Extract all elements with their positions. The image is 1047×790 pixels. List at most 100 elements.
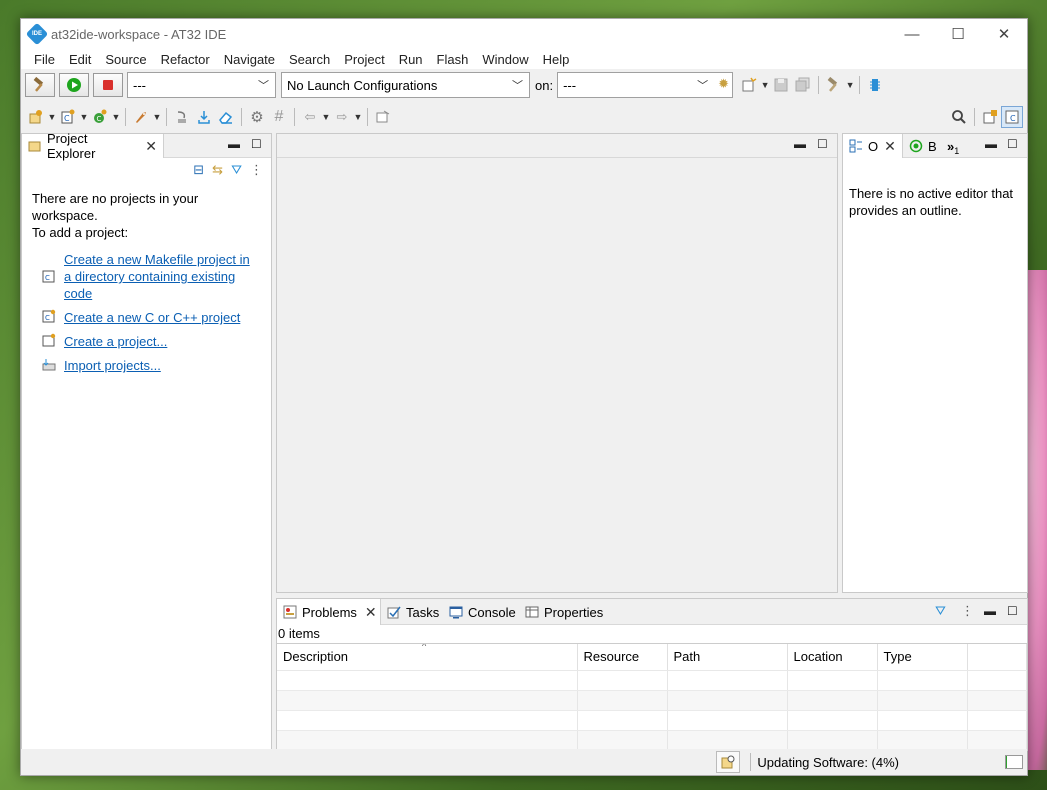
hash-icon[interactable]: # [268, 106, 290, 128]
close-icon[interactable]: ✕ [145, 138, 157, 155]
tab-project-explorer[interactable]: Project Explorer ✕ [22, 131, 164, 161]
minimize-view-icon[interactable]: ▬ [985, 137, 997, 151]
dropdown-arrow-icon[interactable]: ▼ [845, 74, 855, 96]
launch-rocket-icon[interactable] [130, 106, 152, 128]
svg-text:C: C [45, 274, 50, 282]
console-icon [449, 605, 463, 619]
column-header-type[interactable]: Type [877, 644, 968, 671]
search-icon[interactable] [948, 106, 970, 128]
create-project-link[interactable]: Create a project... [64, 333, 167, 350]
launch-mode-select[interactable]: --- ﹀ [127, 72, 276, 98]
stop-icon [103, 80, 113, 90]
column-header-resource[interactable]: Resource [577, 644, 668, 671]
tab-outline[interactable]: O ✕ [843, 134, 903, 158]
minimize-view-icon[interactable]: ▬ [228, 137, 240, 151]
pin-editor-icon[interactable] [372, 106, 394, 128]
outline-empty-message: There is no active editor that provides … [849, 185, 1013, 219]
column-header-path[interactable]: Path [667, 644, 788, 671]
forward-arrow-icon[interactable]: ⇨ [331, 106, 353, 128]
dropdown-arrow-icon[interactable]: ▼ [79, 106, 89, 128]
create-makefile-project-link[interactable]: code [64, 285, 250, 302]
minimize-view-icon[interactable]: ▬ [794, 137, 806, 151]
new-class-icon[interactable]: C [89, 106, 111, 128]
import-projects-link[interactable]: Import projects... [64, 357, 161, 374]
maximize-view-icon[interactable]: ☐ [251, 137, 262, 151]
back-arrow-icon[interactable]: ⇦ [299, 106, 321, 128]
dropdown-arrow-icon[interactable]: ▼ [760, 74, 770, 96]
c-perspective-icon[interactable]: C [1001, 106, 1023, 128]
open-perspective-icon[interactable] [979, 106, 1001, 128]
tab-build-targets[interactable]: B [905, 134, 941, 158]
tab-problems[interactable]: Problems ✕ [277, 599, 381, 625]
new-project-icon[interactable] [25, 106, 47, 128]
dropdown-arrow-icon[interactable]: ▼ [353, 106, 363, 128]
maximize-view-icon[interactable]: ☐ [817, 137, 828, 151]
save-icon[interactable] [770, 74, 792, 96]
dropdown-arrow-icon[interactable]: ▼ [321, 106, 331, 128]
close-window-button[interactable]: ✕ [981, 19, 1027, 49]
launch-target-select[interactable]: --- ﹀ ✹ [557, 72, 734, 98]
create-makefile-project-link[interactable]: a directory containing existing [64, 268, 250, 285]
menu-navigate[interactable]: Navigate [217, 52, 282, 67]
progress-bar[interactable] [1005, 755, 1023, 769]
menu-flash[interactable]: Flash [430, 52, 476, 67]
create-c-project-link[interactable]: Create a new C or C++ project [64, 309, 240, 326]
problems-icon [283, 605, 297, 619]
eraser-icon[interactable] [215, 106, 237, 128]
minimize-view-icon[interactable]: ▬ [984, 604, 996, 618]
close-icon[interactable]: ✕ [365, 604, 377, 621]
outline-header: O ✕ B » 1 ▬ ☐ [843, 134, 1027, 158]
minimize-button[interactable]: — [889, 19, 935, 49]
window-title: at32ide-workspace - AT32 IDE [51, 26, 227, 42]
close-icon[interactable]: ✕ [884, 138, 896, 155]
stop-button[interactable] [93, 73, 123, 97]
collapse-all-icon[interactable]: ⊟ [193, 162, 204, 178]
dropdown-arrow-icon[interactable]: ▼ [47, 106, 57, 128]
menu-help[interactable]: Help [536, 52, 577, 67]
tab-label: Tasks [406, 604, 440, 620]
chevron-down-icon: ﹀ [697, 80, 709, 92]
maximize-button[interactable]: ☐ [935, 19, 981, 49]
maximize-view-icon[interactable]: ☐ [1007, 604, 1018, 618]
menu-file[interactable]: File [27, 52, 62, 67]
launch-config-value: No Launch Configurations [287, 77, 438, 93]
import-icon [42, 357, 64, 374]
menu-edit[interactable]: Edit [62, 52, 98, 67]
tasks-icon [387, 605, 401, 619]
launch-button[interactable] [59, 73, 89, 97]
link-with-editor-icon[interactable]: ⇆ [212, 162, 223, 178]
dropdown-arrow-icon[interactable]: ▼ [152, 106, 162, 128]
tab-overflow[interactable]: » 1 [943, 134, 963, 158]
column-header-description[interactable]: Description ^ [277, 644, 578, 671]
download-icon[interactable] [193, 106, 215, 128]
menu-window[interactable]: Window [475, 52, 535, 67]
build-all-icon[interactable] [823, 74, 845, 96]
menu-refactor[interactable]: Refactor [154, 52, 217, 67]
maximize-view-icon[interactable]: ☐ [1007, 137, 1018, 151]
launch-target-value: --- [563, 77, 577, 93]
build-button[interactable] [25, 73, 55, 97]
chip-icon[interactable] [864, 74, 886, 96]
menu-search[interactable]: Search [282, 52, 337, 67]
launch-config-select[interactable]: No Launch Configurations ﹀ [281, 72, 530, 98]
new-c-file-icon[interactable]: C [57, 106, 79, 128]
view-menu-icon[interactable]: ⋮ [961, 603, 974, 619]
save-all-icon[interactable] [792, 74, 814, 96]
tab-console[interactable]: Console [445, 599, 520, 625]
tab-tasks[interactable]: Tasks [383, 599, 443, 625]
filter-icon[interactable]: ⛛ [935, 603, 946, 619]
toolbar-separator [367, 108, 368, 126]
settings-gear-icon[interactable]: ⚙ [246, 106, 268, 128]
menu-project[interactable]: Project [337, 52, 391, 67]
create-makefile-project-link[interactable]: Create a new Makefile project in [64, 251, 250, 268]
view-menu-icon[interactable]: ⋮ [250, 162, 263, 178]
tab-properties[interactable]: Properties [521, 599, 607, 625]
step-into-icon[interactable] [171, 106, 193, 128]
dropdown-arrow-icon[interactable]: ▼ [111, 106, 121, 128]
background-tasks-button[interactable] [716, 751, 741, 773]
filter-icon[interactable]: ⛛ [231, 162, 242, 178]
new-file-icon[interactable] [738, 74, 760, 96]
column-header-location[interactable]: Location [787, 644, 878, 671]
menu-run[interactable]: Run [392, 52, 430, 67]
menu-source[interactable]: Source [98, 52, 153, 67]
